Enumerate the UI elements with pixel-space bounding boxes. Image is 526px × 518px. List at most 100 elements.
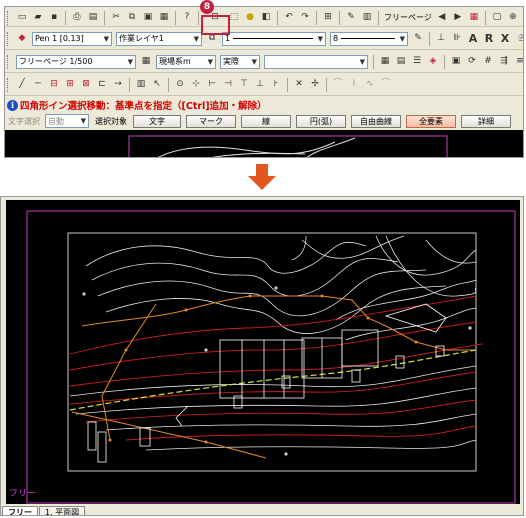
open-icon[interactable]: ▰ <box>31 11 45 25</box>
rotate-icon[interactable]: ⟳ <box>465 55 479 69</box>
snap2-icon[interactable]: ⊹ <box>189 78 203 92</box>
curve4-icon: ⌒ <box>381 79 391 89</box>
selection-filter-bar: 文字選択 自動 ▼ 選択対象 文字 マーク 線 円(弧) 自由曲線 全要素 詳細 <box>5 113 523 129</box>
next-page-icon[interactable]: ▶ <box>451 11 465 25</box>
font-style-icon[interactable]: 𝔖 <box>514 32 523 46</box>
arrow-line-icon[interactable]: → <box>111 78 125 92</box>
sheet-tab-plan[interactable]: 1. 平面図 <box>39 506 86 515</box>
extra-combo[interactable]: ▼ <box>264 54 368 69</box>
snap6-icon[interactable]: ⊥ <box>253 78 267 92</box>
eyedropper-icon[interactable]: ✎ <box>411 32 425 46</box>
rect2-icon[interactable]: ⊞ <box>63 78 77 92</box>
hline-icon[interactable]: ─ <box>31 78 45 92</box>
window-icon[interactable]: ▢ <box>490 11 504 25</box>
pen-combo[interactable]: Pen 1 [0.13] ▼ <box>32 31 112 46</box>
filter-detail-button[interactable]: 詳細 <box>461 114 511 128</box>
preview-icon[interactable]: ▤ <box>86 11 100 25</box>
layer-combo[interactable]: 作業レイヤ1 ▼ <box>116 31 202 46</box>
snap3-icon[interactable]: ⊢ <box>205 78 219 92</box>
paste-icon[interactable]: ▣ <box>141 11 155 25</box>
page-combo[interactable]: フリーページ 1/500 ▼ <box>16 54 136 69</box>
structures <box>87 303 447 463</box>
circle-snap-icon[interactable]: ⊙ <box>173 78 187 92</box>
color-icon[interactable]: ◈ <box>426 55 440 69</box>
undo-icon[interactable]: ↶ <box>282 11 296 25</box>
align2-icon[interactable]: ⊪ <box>450 32 464 46</box>
print-icon[interactable]: ⎙ <box>70 11 84 25</box>
target-label: 選択対象 <box>95 116 127 126</box>
sheet-tab-bar: フリー 1. 平面図 <box>1 505 523 515</box>
pen-toolbar: ◆ Pen 1 [0.13] ▼ 作業レイヤ1 ▼ ⧉ 1 ▼ 8 ▼ ✎ ⊥ ⊪ … <box>5 28 523 50</box>
new-icon[interactable]: ▭ <box>15 11 29 25</box>
save-icon[interactable]: ▪ <box>47 11 61 25</box>
line-icon[interactable]: ╱ <box>15 78 29 92</box>
copy-icon[interactable]: ⧉ <box>125 11 139 25</box>
page-value: フリーページ 1/500 <box>19 57 93 66</box>
canvas-preview-svg <box>128 135 448 157</box>
snap7-icon[interactable]: ⊦ <box>269 78 283 92</box>
curve1-icon: ⌒ <box>333 79 343 89</box>
offset-icon[interactable]: ⊏ <box>95 78 109 92</box>
prev-page-icon[interactable]: ◀ <box>435 11 449 25</box>
drawing-canvas-preview[interactable] <box>5 130 523 157</box>
font-a-icon[interactable]: A <box>466 32 480 46</box>
status-message: 四角形イン選択移動：基準点を指定（[Ctrl]追加・解除） <box>20 101 267 112</box>
app-window-after: フリー フリー 1. 平面図 <box>0 196 524 516</box>
selection-mode-combo[interactable]: 自動 ▼ <box>45 114 89 128</box>
delete-icon[interactable]: ▦ <box>157 11 171 25</box>
unit-combo[interactable]: 実際 ▼ <box>220 54 260 69</box>
help-icon[interactable]: ? <box>180 11 194 25</box>
width-combo[interactable]: 8 ▼ <box>330 31 408 46</box>
font-x-icon[interactable]: X <box>498 32 512 46</box>
coord-combo[interactable]: 現場系m ▼ <box>156 54 216 69</box>
arrow-set-icon[interactable]: ⇶ <box>497 55 511 69</box>
font-r-icon[interactable]: R <box>482 32 496 46</box>
curve2-icon: ⌇ <box>351 79 357 89</box>
linetype-combo[interactable]: 1 ▼ <box>222 31 326 46</box>
snap4-icon[interactable]: ⊣ <box>221 78 235 92</box>
filter-freecurve-button[interactable]: 自由曲線 <box>351 114 401 128</box>
cut-icon[interactable]: ✂ <box>109 11 123 25</box>
drawing-canvas[interactable] <box>6 200 520 504</box>
grid-icon[interactable]: ▦ <box>378 55 392 69</box>
filter-all-button[interactable]: 全要素 <box>406 114 456 128</box>
redo-icon[interactable]: ↷ <box>298 11 312 25</box>
bulb-icon[interactable]: ● <box>243 11 257 25</box>
toolbar-grip[interactable] <box>7 10 11 25</box>
coord-value: 現場系m <box>159 57 191 66</box>
property-icon[interactable]: ▥ <box>360 11 374 25</box>
align-icon[interactable]: ⊥ <box>434 32 448 46</box>
page-setting-icon[interactable]: ▦ <box>139 55 153 69</box>
pointer-icon[interactable]: ↖ <box>150 78 164 92</box>
sheet-tab-free[interactable]: フリー <box>2 506 38 515</box>
rect-icon[interactable]: ⊟ <box>47 78 61 92</box>
filter-mark-button[interactable]: マーク <box>186 114 236 128</box>
table-icon[interactable]: ▤ <box>394 55 408 69</box>
misc-icon[interactable]: ≡ <box>513 55 523 69</box>
layer-book-icon[interactable]: ◆ <box>15 32 29 46</box>
image-icon[interactable]: ▣ <box>449 55 463 69</box>
page-menu-icon[interactable]: ▦ <box>467 11 481 25</box>
settings-icon[interactable]: ▦ <box>522 11 523 25</box>
rect3-icon[interactable]: ⊠ <box>79 78 93 92</box>
page-selector-label[interactable]: フリーページ <box>384 12 432 23</box>
filter-circle-button[interactable]: 円(弧) <box>296 114 346 128</box>
info-icon: i <box>7 99 18 111</box>
measure-icon[interactable]: ▥ <box>134 78 148 92</box>
page-toolbar: フリーページ 1/500 ▼ ▦ 現場系m ▼ 実際 ▼ ▼ ▦ ▤ ☰ ◈ ▣ ⟳ … <box>5 51 523 73</box>
red-contours <box>69 295 483 441</box>
hatch-icon[interactable]: # <box>481 55 495 69</box>
zoom-icon[interactable]: ⊕ <box>506 11 520 25</box>
list-icon[interactable]: ☰ <box>410 55 424 69</box>
callout-highlight-box <box>201 15 230 35</box>
cross2-icon[interactable]: ✢ <box>308 78 322 92</box>
layer-icon[interactable]: ⊞ <box>321 11 335 25</box>
spot-points <box>82 286 472 456</box>
filter-line-button[interactable]: 線 <box>241 114 291 128</box>
edit-icon[interactable]: ✎ <box>344 11 358 25</box>
white-contours <box>85 235 477 341</box>
filter-text-button[interactable]: 文字 <box>133 114 181 128</box>
snap-icon[interactable]: ◧ <box>259 11 273 25</box>
cross-icon[interactable]: ✕ <box>292 78 306 92</box>
snap5-icon[interactable]: ⊤ <box>237 78 251 92</box>
